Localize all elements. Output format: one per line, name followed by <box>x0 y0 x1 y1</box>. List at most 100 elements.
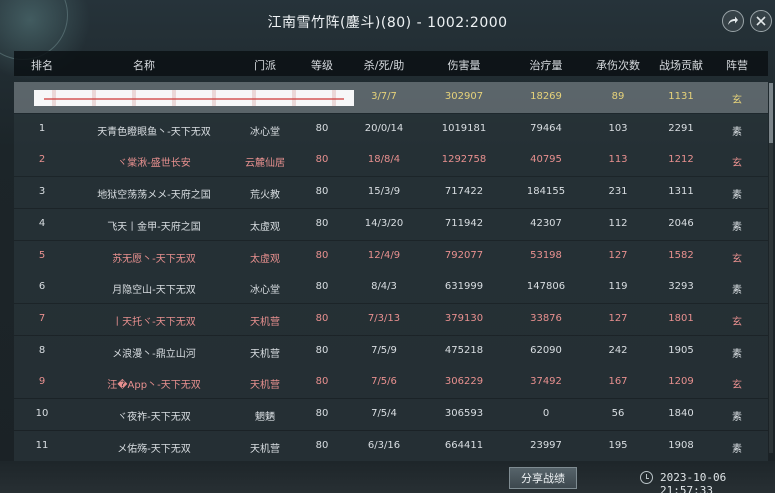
cell-kda: 7/5/4 <box>371 408 397 419</box>
cell-level: 80 <box>315 408 329 419</box>
cell-damage: 664411 <box>444 439 484 451</box>
table-row[interactable]: 7 丨天托ヾ-天下无双 天机营 80 7/3/13 379130 33876 127 1801 玄 <box>14 303 768 335</box>
table-row[interactable]: 9 汪�App丶-天下无双 天机营 80 7/5/6 306229 37492 167 1209… <box>14 367 768 399</box>
cell-level: 80 <box>315 186 329 198</box>
share-record-button[interactable]: 分享战绩 <box>509 467 577 489</box>
table-row[interactable]: 1 天青色瞪眼鱼丶-天下无双 冰心堂 80 20/0/14 1019181 79464 103… <box>14 113 768 145</box>
cell-hits: 127 <box>608 312 628 324</box>
cell-camp: 玄 <box>732 253 742 265</box>
cell-hits: 113 <box>608 154 628 166</box>
table-row[interactable]: 2 ヾ棠湫-盛世长安 云麓仙居 80 18/8/4 1292758 40795 113 1212… <box>14 145 768 177</box>
cell-kda: 20/0/14 <box>364 122 404 134</box>
cell-hits: 103 <box>608 122 628 134</box>
cell-kda: 7/5/9 <box>371 344 397 356</box>
col-contribution[interactable]: 战场贡献 <box>651 57 711 73</box>
self-hits: 89 <box>611 91 625 102</box>
col-name[interactable]: 名称 <box>74 57 214 73</box>
cell-level: 80 <box>315 217 329 229</box>
cell-damage: 1019181 <box>441 122 487 134</box>
cell-sect: 天机营 <box>250 348 280 360</box>
cell-hits: 242 <box>608 344 628 356</box>
cell-hits: 119 <box>608 281 628 293</box>
col-heal[interactable]: 治疗量 <box>516 57 576 73</box>
cell-camp: 玄 <box>732 380 742 392</box>
table-row[interactable]: 3 地狱空荡荡メメ-天府之国 荒火教 80 15/3/9 717422 184155 231 1… <box>14 177 768 209</box>
cell-hits: 112 <box>608 217 628 229</box>
cell-sect: 太虚观 <box>250 253 280 265</box>
col-camp[interactable]: 阵营 <box>719 57 755 73</box>
cell-heal: 184155 <box>526 186 566 198</box>
close-button[interactable] <box>750 10 772 32</box>
scrollbar[interactable] <box>769 83 773 453</box>
cell-damage: 379130 <box>444 312 484 324</box>
cell-level: 80 <box>315 249 329 261</box>
table-row[interactable]: 6 月隐空山-天下无双 冰心堂 80 8/4/3 631999 147806 119 3293 素 <box>14 272 768 304</box>
cell-damage: 717422 <box>444 186 484 198</box>
cell-name: 苏无愿丶-天下无双 <box>112 253 196 265</box>
cell-camp: 素 <box>732 348 742 360</box>
cell-level: 80 <box>315 154 329 166</box>
table-row[interactable]: 4 飞天丨金甲-天府之国 太虚观 80 14/3/20 711942 42307 112 204… <box>14 208 768 240</box>
cell-damage: 631999 <box>444 281 484 293</box>
cell-kda: 15/3/9 <box>367 186 401 198</box>
table-row[interactable]: 11 メ佑殇-天下无双 天机营 80 6/3/16 664411 23997 195 1908 素 <box>14 430 768 461</box>
cell-camp: 素 <box>732 221 742 233</box>
cell-damage: 475218 <box>444 344 484 356</box>
scrollbar-thumb[interactable] <box>769 83 773 143</box>
cell-name: 地狱空荡荡メメ-天府之国 <box>97 190 211 202</box>
cell-damage: 306229 <box>444 376 484 388</box>
cell-camp: 素 <box>732 285 742 297</box>
cell-hits: 195 <box>608 439 628 451</box>
cell-damage: 306593 <box>444 408 484 419</box>
cell-name: 月隐空山-天下无双 <box>112 285 196 297</box>
share-icon[interactable] <box>722 10 744 32</box>
col-kda[interactable]: 杀/死/助 <box>354 57 414 73</box>
battle-stats-table: 排名 名称 门派 等级 杀/死/助 伤害量 治疗量 承伤次数 战场贡献 阵营 3… <box>14 51 768 461</box>
cell-contribution: 1311 <box>668 186 694 198</box>
col-rank[interactable]: 排名 <box>24 57 60 73</box>
cell-contribution: 1801 <box>668 312 694 324</box>
cell-hits: 167 <box>608 376 628 388</box>
self-row[interactable]: 3/7/7 302907 18269 89 1131 玄 <box>14 82 768 113</box>
cell-kda: 8/4/3 <box>371 281 397 293</box>
header: 江南雪竹阵(鏖斗)(80) - 1002:2000 <box>0 0 775 46</box>
redaction-mark <box>44 98 344 100</box>
col-level[interactable]: 等级 <box>304 57 340 73</box>
self-heal: 18269 <box>530 91 562 102</box>
cell-kda: 7/5/6 <box>371 376 397 388</box>
cell-name: 飞天丨金甲-天府之国 <box>107 221 201 233</box>
cell-camp: 玄 <box>732 158 742 170</box>
page-title: 江南雪竹阵(鏖斗)(80) - 1002:2000 <box>267 15 508 31</box>
table-row[interactable]: 5 苏无愿丶-天下无双 太虚观 80 12/4/9 792077 53198 127 1582 玄 <box>14 240 768 272</box>
cell-name: 天青色瞪眼鱼丶-天下无双 <box>97 126 211 138</box>
cell-level: 80 <box>315 281 329 293</box>
cell-damage: 711942 <box>444 217 484 229</box>
cell-level: 80 <box>315 439 329 451</box>
cell-contribution: 1212 <box>668 154 694 166</box>
cell-name: ヾ棠湫-盛世长安 <box>117 158 191 170</box>
cell-heal: 37492 <box>530 376 562 388</box>
cell-kda: 18/8/4 <box>367 154 401 166</box>
table-row[interactable]: 8 メ浪漫丶-鼎立山河 天机营 80 7/5/9 475218 62090 242 1905 素 <box>14 335 768 367</box>
cell-heal: 79464 <box>530 122 562 134</box>
self-kda: 3/7/7 <box>371 91 397 102</box>
cell-contribution: 2291 <box>668 122 694 134</box>
table-row[interactable]: 10 ヾ夜祚-天下无双 魍魉 80 7/5/4 306593 0 56 1840 素 <box>14 399 768 430</box>
col-sect[interactable]: 门派 <box>237 57 293 73</box>
cell-level: 80 <box>315 344 329 356</box>
cell-sect: 冰心堂 <box>250 126 280 138</box>
timestamp: 2023-10-06 21:57:33 <box>660 471 727 493</box>
cell-sect: 天机营 <box>250 443 280 455</box>
cell-camp: 玄 <box>732 316 742 328</box>
col-damage[interactable]: 伤害量 <box>434 57 494 73</box>
cell-camp: 素 <box>732 190 742 202</box>
share-arrow-icon <box>728 16 738 25</box>
cell-kda: 7/3/13 <box>367 312 401 324</box>
cell-heal: 40795 <box>530 154 562 166</box>
col-hits[interactable]: 承伤次数 <box>590 57 646 73</box>
cell-name: ヾ夜祚-天下无双 <box>117 412 191 423</box>
cell-contribution: 1905 <box>668 344 694 356</box>
cell-sect: 魍魉 <box>255 412 275 423</box>
cell-sect: 天机营 <box>250 316 280 328</box>
cell-sect: 冰心堂 <box>250 285 280 297</box>
